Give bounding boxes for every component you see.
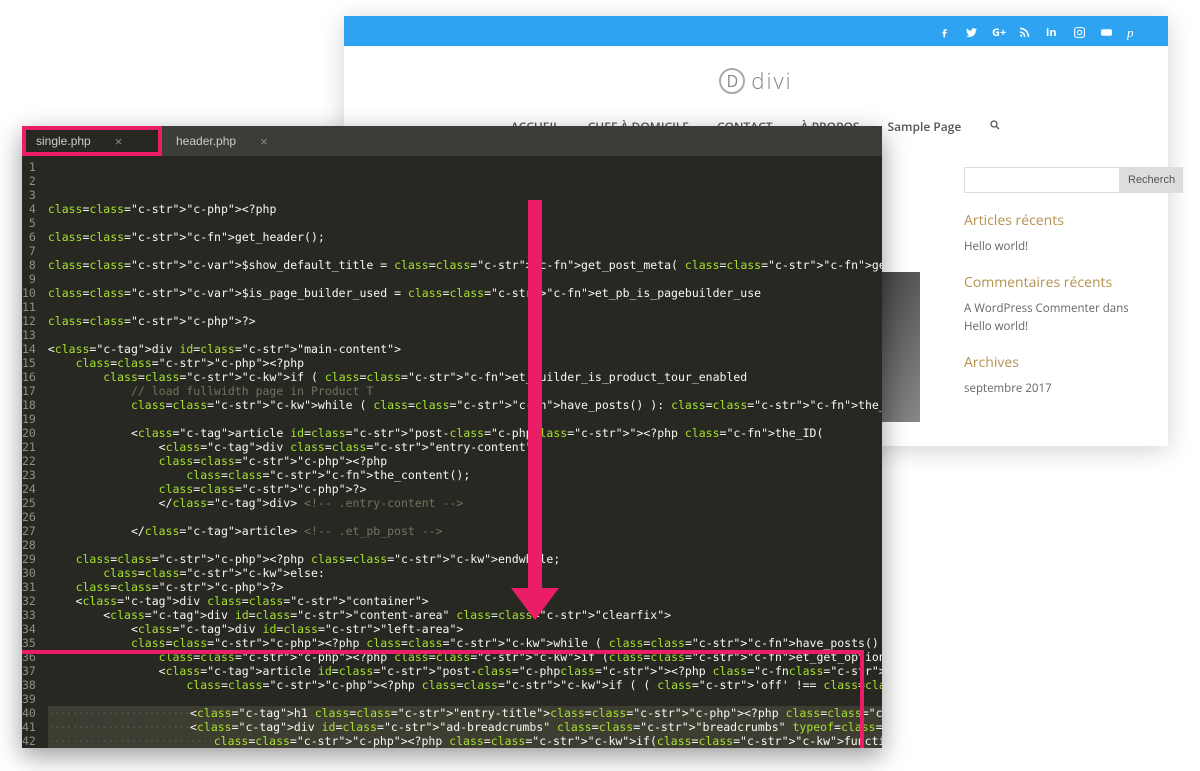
widget-body[interactable]: A WordPress Commenter dans Hello world! [964, 300, 1144, 335]
line-gutter: 1234567891011121314151617181920212223242… [22, 156, 42, 748]
logo-text: divi [751, 66, 792, 96]
instagram-icon[interactable] [1073, 25, 1086, 38]
site-logo[interactable]: D divi [344, 46, 1168, 106]
tab-header-php[interactable]: header.php × [162, 126, 286, 156]
widget-title: Archives [964, 353, 1144, 372]
search-input[interactable] [964, 167, 1120, 193]
facebook-icon[interactable] [938, 25, 951, 38]
tab-bar: single.php × header.php × [22, 126, 882, 156]
tab-label: header.php [176, 134, 236, 148]
widget-recent-comments: Commentaires récents A WordPress Comment… [964, 273, 1144, 335]
twitter-icon[interactable] [965, 25, 978, 38]
sidebar: Recherch Articles récents Hello world! C… [964, 167, 1144, 422]
widget-body[interactable]: Hello world! [964, 238, 1144, 255]
pinterest-icon[interactable]: p [1127, 25, 1140, 38]
youtube-icon[interactable] [1100, 25, 1113, 38]
tab-single-php[interactable]: single.php × [22, 126, 162, 156]
widget-title: Commentaires récents [964, 273, 1144, 292]
widget-title: Articles récents [964, 211, 1144, 230]
code-editor: single.php × header.php × 12345678910111… [22, 126, 882, 748]
rss-icon[interactable] [1019, 25, 1032, 38]
widget-recent-posts: Articles récents Hello world! [964, 211, 1144, 255]
search-icon[interactable] [989, 118, 1001, 135]
linkedin-icon[interactable]: in [1046, 25, 1059, 38]
social-topbar: G+ in p [344, 16, 1168, 46]
google-plus-icon[interactable]: G+ [992, 25, 1005, 38]
widget-archives: Archives septembre 2017 [964, 353, 1144, 397]
tab-label: single.php [36, 134, 91, 148]
close-icon[interactable]: × [260, 134, 268, 149]
search-widget: Recherch [964, 167, 1144, 193]
code-content[interactable]: class=class="c-str">"c-php"><?phpclass=c… [42, 156, 882, 748]
code-area[interactable]: 1234567891011121314151617181920212223242… [22, 156, 882, 748]
search-button[interactable]: Recherch [1120, 167, 1183, 193]
logo-icon: D [719, 68, 745, 94]
close-icon[interactable]: × [115, 134, 123, 149]
widget-body[interactable]: septembre 2017 [964, 380, 1144, 397]
nav-sample[interactable]: Sample Page [888, 118, 962, 135]
